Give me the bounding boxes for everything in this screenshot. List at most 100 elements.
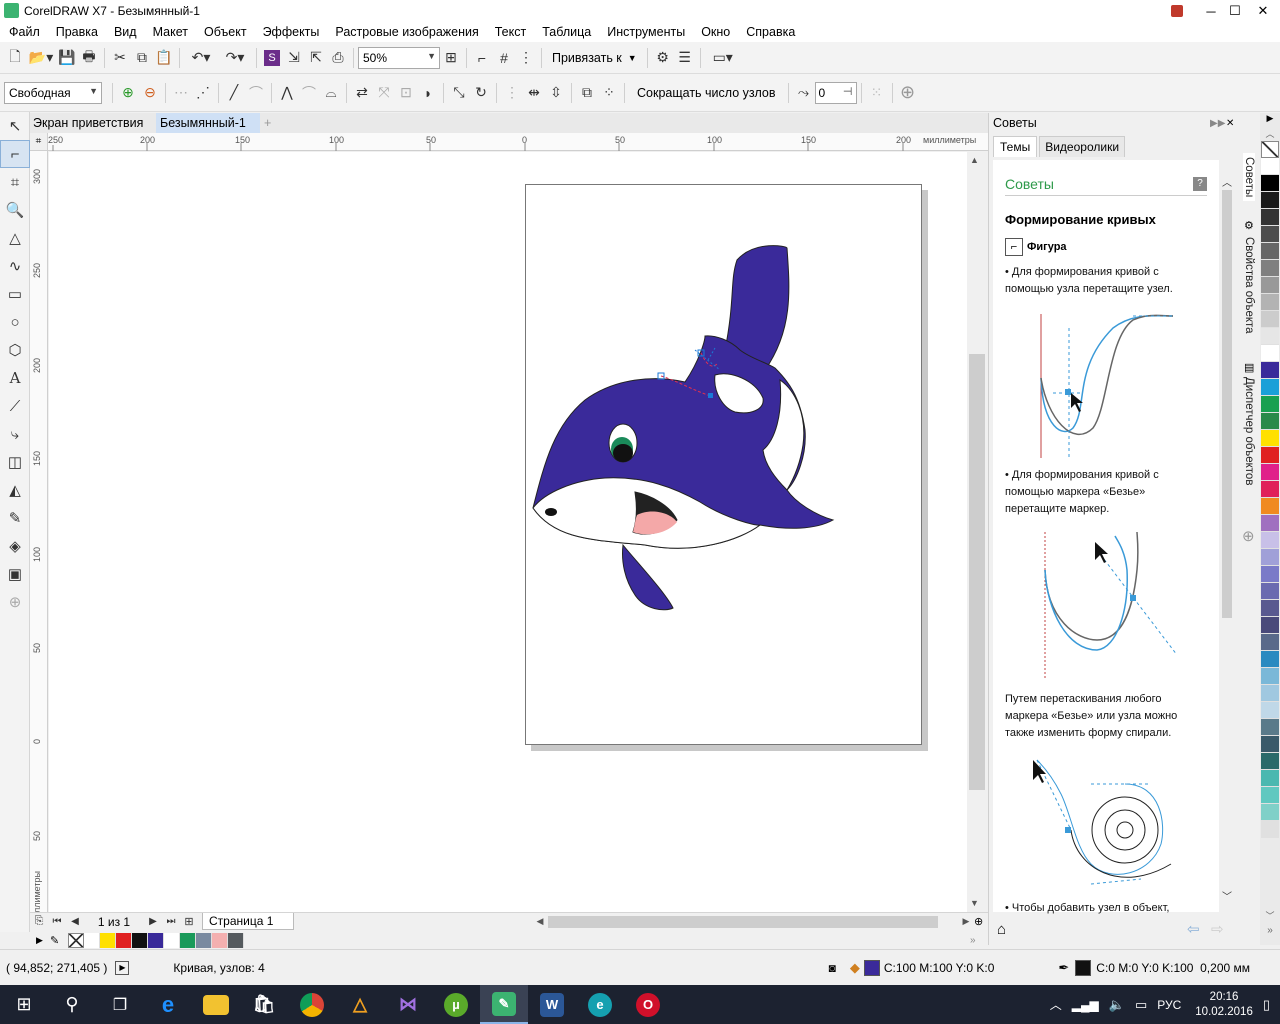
document-palette-swatch[interactable] xyxy=(100,932,116,948)
input-language[interactable]: РУС xyxy=(1157,998,1181,1012)
menu-edit[interactable]: Правка xyxy=(48,22,106,42)
palette-swatch[interactable] xyxy=(1261,226,1279,243)
save-icon[interactable]: 💾 xyxy=(56,47,78,69)
menu-bitmaps[interactable]: Растровые изображения xyxy=(327,22,486,42)
app-triangle-icon[interactable]: △ xyxy=(336,985,384,1024)
transparency-tool-icon[interactable]: ◭ xyxy=(0,476,30,504)
add-page-icon[interactable]: ⊞ xyxy=(180,911,198,933)
select-all-nodes-icon[interactable]: ⁘ xyxy=(598,82,620,104)
artistic-media-icon[interactable]: ∿ xyxy=(0,252,30,280)
palette-swatch[interactable] xyxy=(1261,447,1279,464)
palette-swatch[interactable] xyxy=(1261,770,1279,787)
palette-swatch[interactable] xyxy=(1261,532,1279,549)
outline-pen-icon[interactable]: ✒ xyxy=(1058,960,1069,976)
rectangle-tool-icon[interactable]: ▭ xyxy=(0,280,30,308)
menu-effects[interactable]: Эффекты xyxy=(255,22,328,42)
palette-swatch[interactable] xyxy=(1261,583,1279,600)
palette-swatch[interactable] xyxy=(1261,396,1279,413)
tab-videos[interactable]: Видеоролики xyxy=(1039,136,1126,157)
forward-icon[interactable]: ⇨ xyxy=(1211,920,1233,938)
delete-node-icon[interactable]: ⊖ xyxy=(139,82,161,104)
object-manager-icon[interactable]: ▤ xyxy=(1244,361,1254,374)
crop-tool-icon[interactable]: ⌗ xyxy=(0,168,30,196)
palette-swatch[interactable] xyxy=(1261,243,1279,260)
full-screen-icon[interactable]: ⊞ xyxy=(440,47,462,69)
menu-help[interactable]: Справка xyxy=(738,22,803,42)
first-page-icon[interactable]: ⏮ xyxy=(48,911,66,933)
document-palette-swatch[interactable] xyxy=(228,932,244,948)
network-icon[interactable]: ▂▄▆ xyxy=(1072,998,1099,1012)
menu-tools[interactable]: Инструменты xyxy=(599,22,693,42)
palette-menu-icon[interactable]: ▶ xyxy=(1260,113,1280,127)
scroll-right-icon[interactable]: ▶ xyxy=(958,916,974,927)
palette-swatch[interactable] xyxy=(1261,158,1279,175)
palette-swatch[interactable] xyxy=(1261,379,1279,396)
quick-customize-icon[interactable]: ⊕ xyxy=(897,82,919,104)
align-nodes-icon[interactable]: ⋮ xyxy=(501,82,523,104)
eyedropper-icon[interactable]: ✎ xyxy=(50,934,68,947)
palette-swatch[interactable] xyxy=(1261,260,1279,277)
scroll-down-icon[interactable]: » xyxy=(970,935,988,946)
outline-color-swatch[interactable] xyxy=(1075,959,1092,976)
smart-fill-icon[interactable]: ▣ xyxy=(0,560,30,588)
prev-page-icon[interactable]: ◀ xyxy=(66,911,84,933)
help-icon[interactable]: ? xyxy=(1193,177,1207,191)
last-page-icon[interactable]: ⏭ xyxy=(162,911,180,933)
color-settings-icon[interactable]: ◙ xyxy=(829,961,836,975)
to-line-icon[interactable]: ╱ xyxy=(223,82,245,104)
vertical-scroll-thumb[interactable] xyxy=(969,354,985,790)
color-eyedropper-icon[interactable]: ✎ xyxy=(0,504,30,532)
horizontal-scroll-thumb[interactable] xyxy=(548,915,938,928)
options-icon[interactable]: ⚙ xyxy=(652,47,674,69)
mirror-vertical-icon[interactable]: ⇳ xyxy=(545,82,567,104)
copy-icon[interactable]: ⧉ xyxy=(131,47,153,69)
app-e-icon[interactable]: e xyxy=(576,985,624,1024)
rotate-nodes-icon[interactable]: ↻ xyxy=(470,82,492,104)
palette-swatch[interactable] xyxy=(1261,600,1279,617)
menu-view[interactable]: Вид xyxy=(106,22,145,42)
paste-icon[interactable]: 📋 xyxy=(153,47,175,69)
palette-expand-icon[interactable]: » xyxy=(1260,925,1280,939)
undo-icon[interactable]: ↶▾ xyxy=(184,47,218,69)
menu-window[interactable]: Окно xyxy=(693,22,738,42)
scroll-up-icon[interactable]: ︿ xyxy=(1260,127,1280,141)
application-launcher-icon[interactable]: ☰ xyxy=(674,47,696,69)
no-color-swatch[interactable] xyxy=(1261,141,1279,158)
palette-swatch[interactable] xyxy=(1261,651,1279,668)
cusp-node-icon[interactable]: ⋀ xyxy=(276,82,298,104)
vtab-object-manager[interactable]: Диспетчер объектов xyxy=(1243,377,1255,485)
add-node-icon[interactable]: ⊕ xyxy=(117,82,139,104)
show-grid-icon[interactable]: # xyxy=(493,47,515,69)
horizontal-scroll-track[interactable] xyxy=(548,915,958,929)
next-page-icon[interactable]: ▶ xyxy=(144,911,162,933)
palette-swatch[interactable] xyxy=(1261,464,1279,481)
palette-swatch[interactable] xyxy=(1261,192,1279,209)
show-rulers-icon[interactable]: ⌐ xyxy=(471,47,493,69)
import-icon[interactable]: ⇲ xyxy=(283,47,305,69)
shape-tool-icon[interactable]: ⌐ xyxy=(0,140,30,168)
zoom-tool-icon[interactable]: 🔍 xyxy=(0,196,30,224)
palette-swatch[interactable] xyxy=(1261,175,1279,192)
palette-swatch[interactable] xyxy=(1261,668,1279,685)
palette-swatch[interactable] xyxy=(1261,430,1279,447)
palette-swatch[interactable] xyxy=(1261,413,1279,430)
palette-expand-icon[interactable]: ▶ xyxy=(36,935,50,946)
open-icon[interactable]: 📂▾ xyxy=(26,47,56,69)
fill-icon[interactable]: ◆ xyxy=(850,960,860,976)
add-docker-icon[interactable]: ⊕ xyxy=(1242,527,1255,545)
properties-icon[interactable]: ⚙ xyxy=(1244,219,1254,232)
search-content-icon[interactable]: S xyxy=(261,47,283,69)
status-expand-icon[interactable]: ▶ xyxy=(115,960,130,975)
page-tab[interactable]: Страница 1 xyxy=(202,913,295,930)
document-palette-swatch[interactable] xyxy=(148,932,164,948)
message-icon[interactable]: ▭ xyxy=(1135,997,1147,1013)
palette-swatch[interactable] xyxy=(1261,209,1279,226)
break-curve-icon[interactable]: ⋰ xyxy=(192,82,214,104)
start-button[interactable]: ⊞ xyxy=(0,985,48,1024)
vtab-object-properties[interactable]: Свойства объекта xyxy=(1243,237,1255,334)
ellipse-tool-icon[interactable]: ○ xyxy=(0,308,30,336)
palette-swatch[interactable] xyxy=(1261,294,1279,311)
palette-swatch[interactable] xyxy=(1261,634,1279,651)
docker-collapse-icon[interactable]: ▶▶ xyxy=(1210,118,1226,129)
join-nodes-icon[interactable]: ⋯ xyxy=(170,82,192,104)
